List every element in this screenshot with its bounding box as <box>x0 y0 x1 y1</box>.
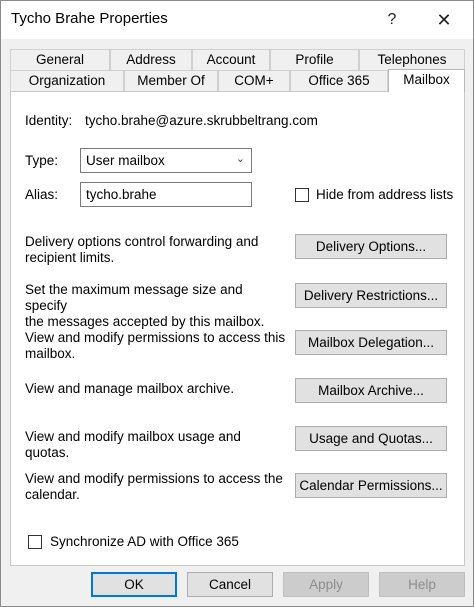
tab-telephones[interactable]: Telephones <box>359 49 465 70</box>
window-title: Tycho Brahe Properties <box>11 10 168 27</box>
tab-com-plus[interactable]: COM+ <box>218 70 290 91</box>
chevron-down-icon: ⌄ <box>235 153 245 165</box>
tab-office-365[interactable]: Office 365 <box>290 70 388 91</box>
usage-and-quotas-description: View and modify mailbox usage and quotas… <box>25 429 241 460</box>
sync-ad-office365-label: Synchronize AD with Office 365 <box>50 534 239 549</box>
alias-label: Alias: <box>25 187 59 202</box>
calendar-permissions-description: View and modify permissions to access th… <box>25 471 283 502</box>
delivery-options-button[interactable]: Delivery Options... <box>295 234 447 259</box>
mailbox-archive-button[interactable]: Mailbox Archive... <box>295 378 447 403</box>
type-label: Type: <box>25 153 59 168</box>
type-select[interactable]: User mailbox ⌄ <box>80 148 252 173</box>
usage-and-quotas-button[interactable]: Usage and Quotas... <box>295 426 447 451</box>
delivery-restrictions-button[interactable]: Delivery Restrictions... <box>295 283 447 308</box>
tab-mailbox[interactable]: Mailbox <box>388 69 465 92</box>
ok-button[interactable]: OK <box>91 572 177 597</box>
tab-address[interactable]: Address <box>110 49 192 70</box>
identity-value: tycho.brahe@azure.skrubbeltrang.com <box>85 113 318 128</box>
tab-account[interactable]: Account <box>192 49 270 70</box>
identity-label: Identity: <box>25 113 73 128</box>
properties-dialog: Tycho Brahe Properties ? ✕ General Addre… <box>0 0 474 607</box>
mailbox-archive-description: View and manage mailbox archive. <box>25 381 235 396</box>
close-icon[interactable]: ✕ <box>421 1 467 39</box>
hide-from-address-lists-label: Hide from address lists <box>316 187 454 202</box>
mailbox-delegation-button[interactable]: Mailbox Delegation... <box>295 330 447 355</box>
type-select-value: User mailbox <box>86 153 165 168</box>
apply-button[interactable]: Apply <box>283 572 369 597</box>
help-button[interactable]: Help <box>379 572 465 597</box>
tab-general[interactable]: General <box>10 49 110 70</box>
hide-from-address-lists-checkbox[interactable] <box>295 188 309 202</box>
help-icon[interactable]: ? <box>369 1 415 39</box>
alias-input[interactable]: tycho.brahe <box>80 182 252 207</box>
delivery-restrictions-description: Set the maximum message size and specify… <box>25 282 265 329</box>
tab-member-of[interactable]: Member Of <box>124 70 218 91</box>
tab-organization[interactable]: Organization <box>10 70 124 91</box>
calendar-permissions-button[interactable]: Calendar Permissions... <box>295 473 447 498</box>
sync-ad-office365-checkbox[interactable] <box>28 535 42 549</box>
title-bar: Tycho Brahe Properties ? ✕ <box>1 1 473 39</box>
mailbox-delegation-description: View and modify permissions to access th… <box>25 330 286 361</box>
delivery-options-description: Delivery options control forwarding and … <box>25 234 259 265</box>
tab-profile[interactable]: Profile <box>270 49 359 70</box>
alias-input-value: tycho.brahe <box>86 187 157 202</box>
cancel-button[interactable]: Cancel <box>187 572 273 597</box>
